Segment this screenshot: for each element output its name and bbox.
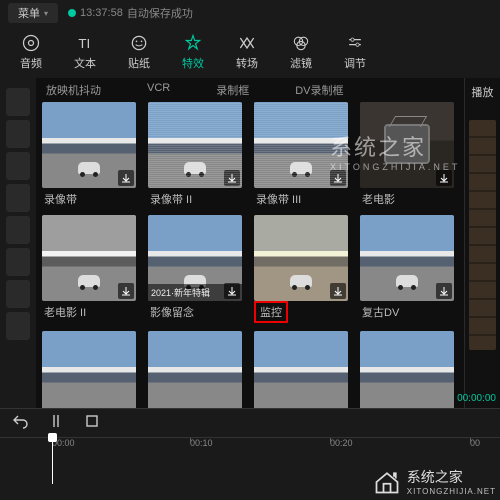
preview-filmstrip bbox=[469, 120, 496, 350]
tab-text[interactable]: TI 文本 bbox=[58, 33, 112, 71]
autosave-time: 13:37:58 bbox=[80, 7, 123, 19]
sidebar-item[interactable] bbox=[6, 120, 30, 148]
sidebar-item[interactable] bbox=[6, 280, 30, 308]
autosave-status: 13:37:58 自动保存成功 bbox=[68, 5, 193, 21]
tab-effect-label: 特效 bbox=[182, 58, 204, 70]
effect-label: 影像留念 bbox=[148, 301, 242, 320]
tab-transition-label: 转场 bbox=[236, 58, 258, 70]
effect-thumb[interactable] bbox=[360, 102, 454, 188]
main-menu-button[interactable]: 菜单 bbox=[8, 3, 58, 23]
timeline-playhead[interactable] bbox=[52, 438, 53, 484]
download-icon[interactable] bbox=[436, 170, 452, 186]
download-icon[interactable] bbox=[436, 283, 452, 299]
undo-icon bbox=[12, 413, 28, 429]
timeline-tick: 00 bbox=[470, 438, 480, 448]
effect-thumb[interactable] bbox=[42, 215, 136, 301]
effect-label: 录像带 III bbox=[254, 188, 348, 207]
effect-label: 录像带 II bbox=[148, 188, 242, 207]
text-icon: TI bbox=[75, 33, 95, 53]
main-menu-label: 菜单 bbox=[18, 5, 40, 21]
sticker-icon bbox=[129, 33, 149, 53]
tab-sticker[interactable]: 贴纸 bbox=[112, 33, 166, 71]
svg-text:TI: TI bbox=[78, 36, 90, 51]
tab-audio[interactable]: 音频 bbox=[4, 33, 58, 71]
effect-thumb[interactable] bbox=[360, 215, 454, 301]
audio-icon bbox=[21, 33, 41, 53]
effect-label: 老电影 bbox=[360, 188, 454, 207]
category-label[interactable]: VCR bbox=[147, 82, 170, 98]
crop-icon bbox=[84, 413, 100, 429]
effect-thumb[interactable] bbox=[254, 215, 348, 301]
watermark-brand: 系统之家 bbox=[407, 469, 463, 485]
filter-icon bbox=[291, 33, 311, 53]
effect-thumb[interactable] bbox=[42, 102, 136, 188]
download-icon[interactable] bbox=[330, 283, 346, 299]
effect-label: 复古DV bbox=[360, 301, 454, 320]
sidebar-item[interactable] bbox=[6, 152, 30, 180]
tab-transition[interactable]: 转场 bbox=[220, 33, 274, 71]
crop-button[interactable] bbox=[84, 413, 100, 434]
category-label[interactable]: DV录制框 bbox=[295, 82, 343, 98]
category-row: 放映机抖动 VCR 录制框 DV录制框 bbox=[42, 82, 458, 102]
tab-effect[interactable]: 特效 bbox=[166, 33, 220, 71]
tab-adjust[interactable]: 调节 bbox=[328, 33, 382, 71]
split-button[interactable] bbox=[48, 413, 64, 434]
sidebar-item[interactable] bbox=[6, 216, 30, 244]
autosave-text: 自动保存成功 bbox=[127, 5, 193, 21]
adjust-icon bbox=[345, 33, 365, 53]
effect-label: 录像带 bbox=[42, 188, 136, 207]
effect-icon bbox=[183, 33, 203, 53]
effect-label-highlighted: 监控 bbox=[254, 301, 288, 323]
effect-thumb[interactable] bbox=[360, 331, 454, 408]
sidebar-item[interactable] bbox=[6, 312, 30, 340]
watermark-sub: XITONGZHIJIA.NET bbox=[407, 487, 496, 496]
sidebar-item[interactable] bbox=[6, 88, 30, 116]
effect-thumb[interactable] bbox=[254, 331, 348, 408]
category-label[interactable]: 放映机抖动 bbox=[46, 82, 101, 98]
tab-filter[interactable]: 滤镜 bbox=[274, 33, 328, 71]
split-icon bbox=[48, 413, 64, 429]
download-icon[interactable] bbox=[118, 283, 134, 299]
tab-audio-label: 音频 bbox=[20, 58, 42, 70]
transition-icon bbox=[237, 33, 257, 53]
download-icon[interactable] bbox=[118, 170, 134, 186]
preview-panel: 播放 00:00:00 bbox=[464, 78, 500, 408]
house-icon bbox=[373, 468, 401, 496]
preview-timestamp: 00:00:00 bbox=[457, 393, 496, 404]
download-icon[interactable] bbox=[224, 170, 240, 186]
tab-sticker-label: 贴纸 bbox=[128, 58, 150, 70]
effect-thumb[interactable] bbox=[254, 102, 348, 188]
effect-thumb[interactable]: 2021·新年特辑 bbox=[148, 215, 242, 301]
preview-title: 播放 bbox=[472, 87, 494, 99]
download-icon[interactable] bbox=[224, 283, 240, 299]
undo-button[interactable] bbox=[12, 413, 28, 434]
effect-label: 老电影 II bbox=[42, 301, 136, 320]
tools-toolbar: 音频 TI 文本 贴纸 特效 转场 滤镜 调节 bbox=[0, 26, 500, 78]
effect-thumb[interactable] bbox=[42, 331, 136, 408]
effect-thumb[interactable] bbox=[148, 102, 242, 188]
watermark-corner: 系统之家 XITONGZHIJIA.NET bbox=[373, 467, 496, 496]
timeline-tick: 00:10 bbox=[190, 438, 213, 448]
download-icon[interactable] bbox=[330, 170, 346, 186]
category-label[interactable]: 录制框 bbox=[216, 82, 249, 98]
status-dot-icon bbox=[68, 9, 76, 17]
tab-text-label: 文本 bbox=[74, 58, 96, 70]
category-sidebar bbox=[0, 78, 36, 408]
effect-thumb[interactable] bbox=[148, 331, 242, 408]
timeline-tick: 00:20 bbox=[330, 438, 353, 448]
sidebar-item[interactable] bbox=[6, 248, 30, 276]
timeline-ruler[interactable]: 00:00 00:10 00:20 00 bbox=[0, 437, 500, 451]
tab-adjust-label: 调节 bbox=[344, 58, 366, 70]
sidebar-item[interactable] bbox=[6, 184, 30, 212]
tab-filter-label: 滤镜 bbox=[290, 58, 312, 70]
